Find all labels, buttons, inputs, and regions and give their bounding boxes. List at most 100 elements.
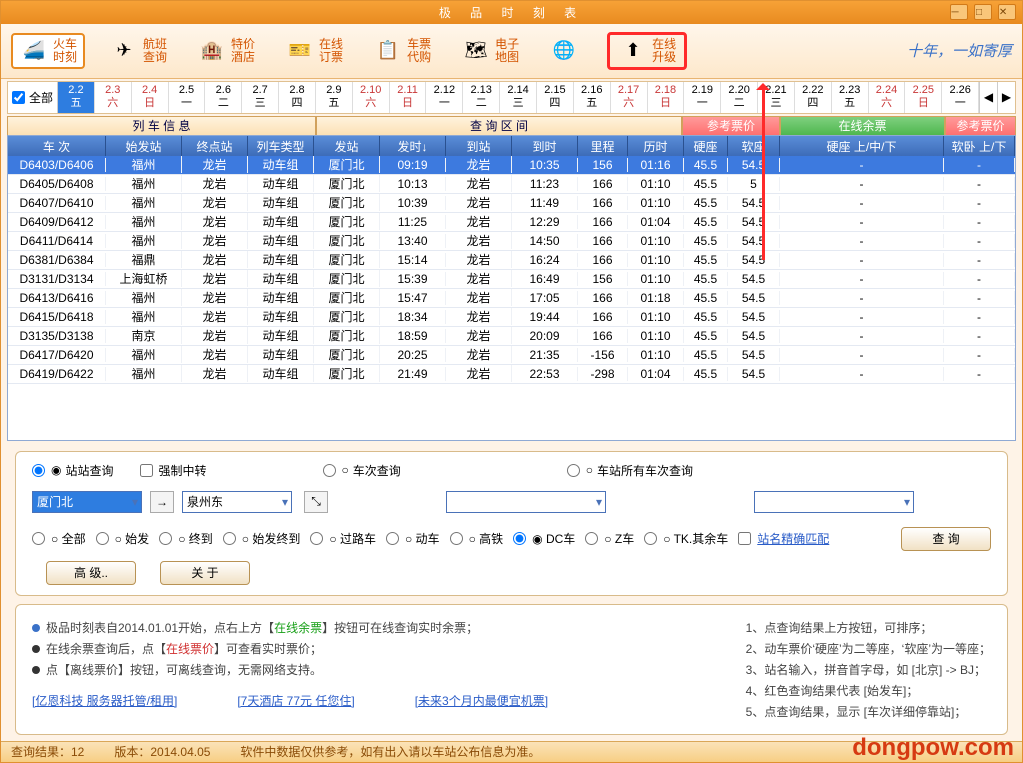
date-tab[interactable]: 2.15四: [537, 82, 574, 113]
column-header[interactable]: 终点站: [182, 136, 248, 156]
column-header[interactable]: 车 次: [8, 136, 106, 156]
force-transfer-checkbox[interactable]: 强制中转: [140, 462, 207, 479]
column-header[interactable]: 发时↓: [380, 136, 446, 156]
tip-item: 4、红色查询结果代表 [始发车]；: [746, 682, 991, 699]
table-row[interactable]: D6419/D6422福州龙岩动车组厦门北21:49龙岩22:53-29801:…: [8, 365, 1015, 384]
date-tab[interactable]: 2.5一: [169, 82, 206, 113]
table-row[interactable]: D6411/D6414福州龙岩动车组厦门北13:40龙岩14:5016601:1…: [8, 232, 1015, 251]
date-tab[interactable]: 2.21三: [758, 82, 795, 113]
promo-link[interactable]: [7天酒店 77元 任您住]: [237, 692, 354, 709]
column-header[interactable]: 历时: [628, 136, 684, 156]
column-header[interactable]: 始发站: [106, 136, 182, 156]
table-row[interactable]: D6381/D6384福鼎龙岩动车组厦门北15:14龙岩16:2416601:1…: [8, 251, 1015, 270]
grid-body[interactable]: D6403/D6406福州龙岩动车组厦门北09:19龙岩10:3515601:1…: [8, 156, 1015, 440]
table-row[interactable]: D3135/D3138南京龙岩动车组厦门北18:59龙岩20:0916601:1…: [8, 327, 1015, 346]
toolbar-icon: ✈: [109, 37, 139, 65]
date-tab[interactable]: 2.4日: [132, 82, 169, 113]
table-row[interactable]: D6413/D6416福州龙岩动车组厦门北15:47龙岩17:0516601:1…: [8, 289, 1015, 308]
query-panel: ◉ 站站查询 强制中转 ○ 车次查询 ○ 车站所有车次查询 厦门北 → 泉州东 …: [15, 451, 1008, 596]
table-row[interactable]: D6417/D6420福州龙岩动车组厦门北20:25龙岩21:35-15601:…: [8, 346, 1015, 365]
column-header[interactable]: 到站: [446, 136, 512, 156]
exact-match-checkbox[interactable]: 站名精确匹配: [738, 530, 829, 547]
toolbar-item-1[interactable]: ✈航班查询: [103, 35, 173, 67]
date-tab[interactable]: 2.19一: [684, 82, 721, 113]
promo-link[interactable]: [未来3个月内最便宜机票]: [415, 692, 548, 709]
swap-button[interactable]: →: [150, 491, 174, 513]
table-row[interactable]: D6415/D6418福州龙岩动车组厦门北18:34龙岩19:4416601:1…: [8, 308, 1015, 327]
table-row[interactable]: D6409/D6412福州龙岩动车组厦门北11:25龙岩12:2916601:0…: [8, 213, 1015, 232]
filter-1[interactable]: ○ 始发: [96, 530, 150, 547]
toolbar-icon: ⬆: [618, 37, 648, 65]
date-tab[interactable]: 2.18日: [648, 82, 685, 113]
column-header[interactable]: 发站: [314, 136, 380, 156]
column-header[interactable]: 里程: [578, 136, 628, 156]
date-tab[interactable]: 2.13二: [463, 82, 500, 113]
train-query-radio[interactable]: ○ 车次查询: [323, 462, 401, 479]
filter-6[interactable]: ○ 高铁: [450, 530, 504, 547]
date-tab[interactable]: 2.2五: [58, 82, 95, 113]
filter-2[interactable]: ○ 终到: [159, 530, 213, 547]
column-header[interactable]: 软卧 上/下: [944, 136, 1015, 156]
date-tab[interactable]: 2.7三: [242, 82, 279, 113]
station-query-radio[interactable]: ◉ 站站查询: [32, 462, 114, 479]
toolbar-item-3[interactable]: 🎫在线订票: [279, 35, 349, 67]
to-station-combo[interactable]: 泉州东: [182, 491, 292, 513]
table-row[interactable]: D6407/D6410福州龙岩动车组厦门北10:39龙岩11:4916601:1…: [8, 194, 1015, 213]
table-row[interactable]: D6405/D6408福州龙岩动车组厦门北10:13龙岩11:2316601:1…: [8, 175, 1015, 194]
column-header[interactable]: 硬座: [684, 136, 728, 156]
date-next-button[interactable]: ▶: [997, 82, 1015, 113]
date-tab[interactable]: 2.3六: [95, 82, 132, 113]
date-tab[interactable]: 2.11日: [390, 82, 427, 113]
column-header[interactable]: 到时: [512, 136, 578, 156]
filter-5[interactable]: ○ 动车: [386, 530, 440, 547]
about-button[interactable]: 关 于: [160, 561, 250, 585]
date-tab[interactable]: 2.17六: [611, 82, 648, 113]
column-header[interactable]: 硬座 上/中/下: [780, 136, 944, 156]
disclaimer: 软件中数据仅供参考，如有出入请以车站公布信息为准。: [240, 743, 540, 760]
toolbar-item-2[interactable]: 🏨特价酒店: [191, 35, 261, 67]
grid-header[interactable]: 车 次始发站终点站列车类型发站发时↓到站到时里程历时硬座软座硬座 上/中/下软卧…: [8, 136, 1015, 156]
from-station-combo[interactable]: 厦门北: [32, 491, 142, 513]
advanced-button[interactable]: 高 级..: [46, 561, 136, 585]
query-button[interactable]: 查 询: [901, 527, 991, 551]
date-tab[interactable]: 2.8四: [279, 82, 316, 113]
station-combo[interactable]: [754, 491, 914, 513]
filter-4[interactable]: ○ 过路车: [310, 530, 376, 547]
date-tab[interactable]: 2.24六: [869, 82, 906, 113]
date-tab[interactable]: 2.14三: [500, 82, 537, 113]
toolbar-item-0[interactable]: 🚄火车时刻: [11, 33, 85, 69]
column-header[interactable]: 软座: [728, 136, 780, 156]
minimize-button[interactable]: ─: [950, 4, 968, 20]
column-header[interactable]: 列车类型: [248, 136, 314, 156]
date-tab[interactable]: 2.9五: [316, 82, 353, 113]
date-tab[interactable]: 2.10六: [353, 82, 390, 113]
filter-9[interactable]: ○ TK.其余车: [644, 530, 728, 547]
toolbar-item-4[interactable]: 📋车票代购: [367, 35, 437, 67]
station-all-query-radio[interactable]: ○ 车站所有车次查询: [567, 462, 693, 479]
toolbar-item-6[interactable]: 🌐: [543, 35, 589, 67]
table-row[interactable]: D6403/D6406福州龙岩动车组厦门北09:19龙岩10:3515601:1…: [8, 156, 1015, 175]
filter-7[interactable]: ◉ DC车: [513, 530, 575, 547]
date-prev-button[interactable]: ◀: [979, 82, 997, 113]
table-row[interactable]: D3131/D3134上海虹桥龙岩动车组厦门北15:39龙岩16:4915601…: [8, 270, 1015, 289]
date-tab[interactable]: 2.6二: [205, 82, 242, 113]
date-tab[interactable]: 2.22四: [795, 82, 832, 113]
date-tab[interactable]: 2.16五: [574, 82, 611, 113]
date-tab[interactable]: 2.12一: [426, 82, 463, 113]
expand-button[interactable]: ⤡: [304, 491, 328, 513]
filter-3[interactable]: ○ 始发终到: [223, 530, 301, 547]
toolbar-item-5[interactable]: 🗺电子地图: [455, 35, 525, 67]
train-number-combo[interactable]: [446, 491, 606, 513]
toolbar-item-7[interactable]: ⬆在线升级: [607, 32, 687, 70]
date-tab[interactable]: 2.25日: [905, 82, 942, 113]
close-button[interactable]: ✕: [998, 4, 1016, 20]
promo-link[interactable]: [亿恩科技 服务器托管/租用]: [32, 692, 177, 709]
all-dates-checkbox[interactable]: 全部: [8, 82, 58, 113]
filter-0[interactable]: ○ 全部: [32, 530, 86, 547]
main-toolbar: 🚄火车时刻✈航班查询🏨特价酒店🎫在线订票📋车票代购🗺电子地图🌐⬆在线升级十年，一…: [1, 24, 1022, 78]
maximize-button[interactable]: □: [974, 4, 992, 20]
date-tab[interactable]: 2.26一: [942, 82, 979, 113]
filter-8[interactable]: ○ Z车: [585, 530, 634, 547]
date-tab[interactable]: 2.20二: [721, 82, 758, 113]
date-tab[interactable]: 2.23五: [832, 82, 869, 113]
